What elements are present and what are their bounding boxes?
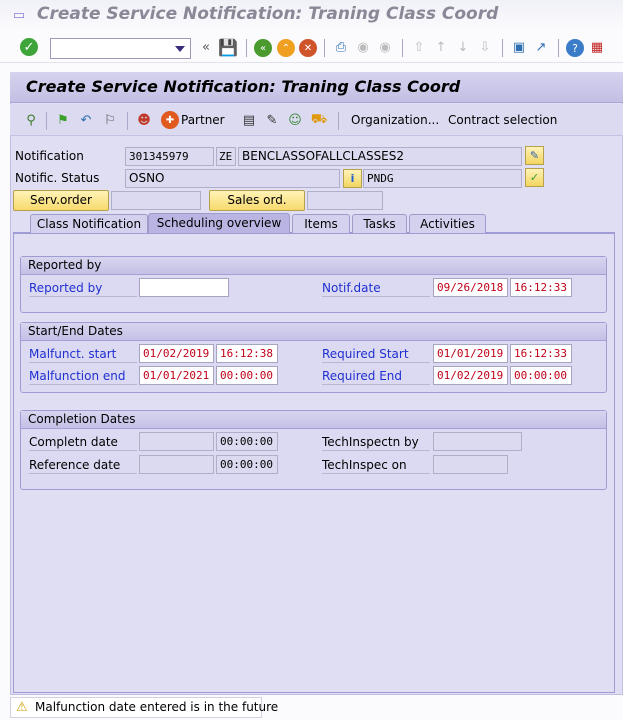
print-icon[interactable]: ⎙ [332,38,350,56]
partner-icon[interactable]: ✚ [161,111,179,129]
required-end-time-input[interactable]: 00:00:00 [510,366,572,385]
required-start-label: Required Start [322,345,430,363]
sales-order-button[interactable]: Sales ord. [209,190,305,211]
notification-number-field: 301345979 [125,147,214,166]
completion-date-field [139,432,214,451]
system-toolbar: ✓ « 💾 « ⌃ ✕ ⎙ ◉ ◉ ⇧ ↑ ↓ ⇩ ▣ ↗ ? ▦ [0,32,623,63]
cancel-icon[interactable]: ✕ [299,39,317,57]
tech-inspection-on-label: TechInspec on [322,456,430,474]
malfunction-start-time-input[interactable]: 16:12:38 [216,344,278,363]
required-start-time-input[interactable]: 16:12:33 [510,344,572,363]
separator [558,39,559,57]
group-title: Reported by [21,257,606,275]
reported-by-input[interactable] [139,278,229,297]
back-icon[interactable]: « [254,39,272,57]
tab-class-notification[interactable]: Class Notification [30,214,148,233]
save-icon[interactable]: 💾 [218,38,238,57]
malfunction-end-time-input[interactable]: 00:00:00 [216,366,278,385]
user-status-field: PNDG [363,169,522,188]
malfunction-end-label: Malfunction end [29,367,137,385]
reference-date-field [139,455,214,474]
screen-title: Create Service Notification: Traning Cla… [26,77,461,96]
enter-check-icon[interactable]: ✓ [20,38,38,56]
help-icon[interactable]: ? [566,39,584,57]
window-title-bar: ▭ Create Service Notification: Traning C… [0,0,623,30]
separator [502,39,503,57]
serv-order-field [111,191,201,210]
menu-icon[interactable]: ▭ [10,6,28,24]
checkered-flag-icon[interactable]: ⚐ [101,111,119,129]
separator [402,39,403,57]
sales-order-field [307,191,383,210]
document-icon[interactable]: ▤ [240,111,258,129]
separator [324,39,325,57]
status-bar[interactable]: ⚠ Malfunction date entered is in the fut… [10,697,278,718]
malfunction-start-label: Malfunct. start [29,345,137,363]
reported-by-label: Reported by [29,279,137,297]
tab-items[interactable]: Items [292,214,350,233]
malfunction-start-date-input[interactable]: 01/02/2019 [139,344,214,363]
info-icon[interactable]: i [343,169,362,188]
display-icon[interactable]: ⚲ [22,111,40,129]
warning-icon: ⚠ [16,700,28,715]
screen-title-bar: Create Service Notification: Traning Cla… [10,72,623,103]
notification-description-field[interactable]: BENCLASSOFALLCLASSES2 [238,147,522,166]
notif-time-input[interactable]: 16:12:33 [510,278,572,297]
notes-icon[interactable]: ✎ [263,111,281,129]
find-icon: ◉ [357,39,369,55]
status-edit-icon[interactable]: ✓ [525,168,544,187]
customize-layout-icon[interactable]: ▦ [588,38,606,56]
required-end-date-input[interactable]: 01/02/2019 [433,366,508,385]
last-page-icon: ⇩ [479,39,491,55]
exit-icon[interactable]: ⌃ [277,39,295,57]
users-icon[interactable]: ☻ [135,111,153,129]
required-start-date-input[interactable]: 01/01/2019 [433,344,508,363]
tech-inspection-by-field [433,432,522,451]
collapse-icon[interactable]: « [197,38,215,56]
separator [127,112,128,130]
tech-inspection-on-field [433,455,508,474]
chevron-down-icon[interactable] [175,46,185,52]
tab-tasks[interactable]: Tasks [352,214,407,233]
find-next-icon: ◉ [379,39,391,55]
malfunction-end-date-input[interactable]: 01/01/2021 [139,366,214,385]
completion-time-field: 00:00:00 [216,432,278,451]
command-field[interactable] [50,38,191,59]
tab-activities[interactable]: Activities [409,214,486,233]
notification-label: Notification [15,149,84,163]
notif-date-label: Notif.date [322,279,430,297]
organization-button[interactable]: Organization... [351,113,439,127]
next-page-icon: ↓ [457,39,469,55]
shortcut-icon[interactable]: ↗ [532,38,550,56]
flag-icon[interactable]: ⚑ [54,111,72,129]
delivery-truck-icon[interactable]: ⛟ [310,111,328,129]
separator [338,112,339,130]
partner-button[interactable]: Partner [181,113,225,127]
required-end-label: Required End [322,367,430,385]
reference-time-field: 00:00:00 [216,455,278,474]
reference-date-label: Reference date [29,456,137,474]
undo-icon[interactable]: ↶ [77,111,95,129]
application-toolbar: ⚲ ⚑ ↶ ⚐ ☻ ✚ Partner ▤ ✎ ☺ ⛟ Organization… [10,104,623,136]
notif-date-input[interactable]: 09/26/2018 [433,278,508,297]
separator [46,112,47,130]
tab-scheduling-overview[interactable]: Scheduling overview [148,213,290,233]
group-title: Completion Dates [21,411,606,429]
previous-page-icon: ↑ [435,39,447,55]
notification-type-field: ZE [216,147,236,166]
window-title: Create Service Notification: Traning Cla… [37,4,499,24]
status-message: Malfunction date entered is in the futur… [35,700,279,714]
separator [246,39,247,57]
status-label: Notific. Status [15,171,100,185]
new-session-icon[interactable]: ▣ [510,38,528,56]
long-text-edit-icon[interactable]: ✎ [525,146,544,165]
completion-date-label: Completn date [29,433,137,451]
contract-selection-button[interactable]: Contract selection [448,113,557,127]
group-title: Start/End Dates [21,323,606,341]
serv-order-button[interactable]: Serv.order [13,190,109,211]
tech-inspection-by-label: TechInspectn by [322,433,430,451]
system-status-field: OSNO [125,169,340,188]
first-page-icon: ⇧ [413,39,425,55]
user-detail-icon[interactable]: ☺ [286,111,304,129]
